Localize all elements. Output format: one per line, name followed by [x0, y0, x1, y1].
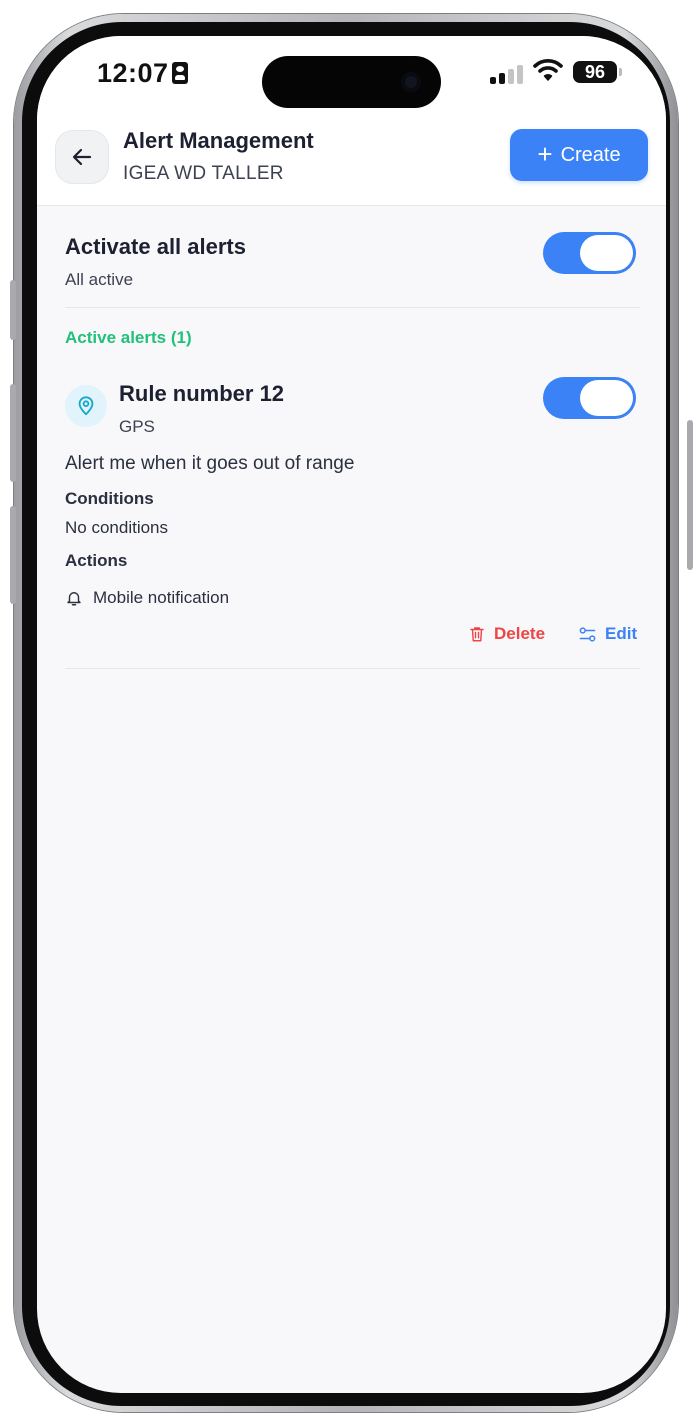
screen: 12:07 96 Alert Management IGEA WD TALLER	[37, 36, 666, 1393]
actions-heading: Actions	[65, 551, 128, 570]
arrow-left-icon	[72, 148, 92, 166]
main-content: Activate all alerts All active Active al…	[65, 206, 640, 669]
bell-icon	[67, 592, 81, 606]
id-card-icon	[172, 62, 188, 84]
alert-toggle[interactable]	[543, 377, 636, 419]
alert-card: Rule number 12 GPS Alert me when it goes…	[65, 371, 640, 669]
activate-all-row: Activate all alerts All active	[65, 206, 640, 308]
status-bar: 12:07 96	[37, 36, 666, 126]
activate-all-toggle[interactable]	[543, 232, 636, 274]
conditions-heading: Conditions	[65, 489, 154, 508]
create-button[interactable]: + Create	[510, 129, 648, 181]
edit-button-label: Edit	[605, 624, 638, 643]
signal-icon	[490, 64, 524, 84]
page-subtitle: IGEA WD TALLER	[123, 163, 284, 184]
edit-button[interactable]: Edit	[578, 624, 637, 644]
battery-icon	[619, 68, 622, 76]
action-item-label: Mobile notification	[93, 588, 230, 607]
alert-type: GPS	[119, 417, 155, 436]
battery-level: 96	[573, 61, 617, 83]
status-time: 12:07	[97, 58, 169, 88]
activate-all-title: Activate all alerts	[65, 234, 246, 259]
activate-all-status: All active	[65, 270, 134, 289]
power-button	[687, 420, 693, 570]
toggle-knob	[580, 235, 633, 271]
volume-down-button	[10, 506, 16, 604]
back-button[interactable]	[55, 130, 109, 184]
alert-description: Alert me when it goes out of range	[65, 453, 355, 474]
active-alerts-header: Active alerts (1)	[65, 328, 192, 347]
alert-type-badge	[65, 385, 107, 427]
volume-up-button	[10, 384, 16, 482]
action-button	[10, 280, 16, 340]
create-button-label: Create	[560, 143, 621, 166]
map-pin-icon	[78, 396, 94, 416]
conditions-value: No conditions	[65, 518, 169, 537]
delete-button[interactable]: Delete	[468, 624, 545, 644]
wifi-icon	[533, 59, 563, 81]
toggle-knob	[580, 380, 633, 416]
plus-icon: +	[537, 138, 553, 169]
trash-icon	[470, 627, 484, 642]
app-header: Alert Management IGEA WD TALLER + Create	[37, 126, 666, 206]
delete-button-label: Delete	[494, 624, 546, 643]
camera-icon	[401, 72, 421, 92]
action-item: Mobile notification	[65, 588, 229, 608]
page-title: Alert Management	[123, 128, 314, 153]
sliders-icon	[579, 626, 596, 642]
dynamic-island	[262, 56, 441, 108]
alert-title: Rule number 12	[119, 381, 285, 406]
